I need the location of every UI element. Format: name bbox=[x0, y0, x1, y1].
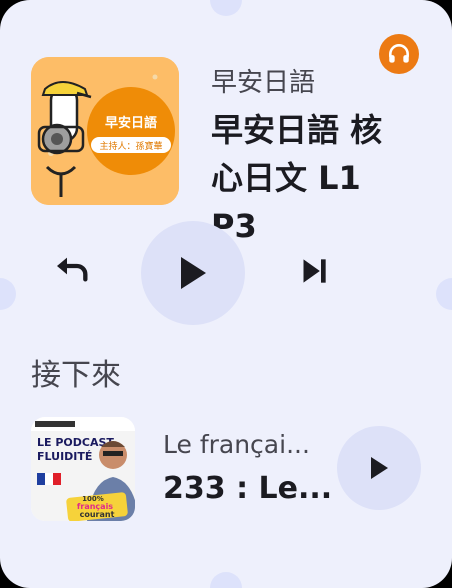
artwork-host: 主持人：孫寶華 bbox=[99, 140, 162, 152]
artwork-title: 早安日語 bbox=[105, 115, 157, 131]
play-icon bbox=[181, 257, 206, 289]
resize-handle-top[interactable] bbox=[210, 0, 242, 16]
skip-next-button[interactable] bbox=[288, 245, 340, 297]
podcast-widget: 早安日語 主持人：孫寶華 早安日語 早安日語 核 心日文 L1 P3 接下來 L… bbox=[0, 0, 452, 588]
up-next-play-button[interactable] bbox=[337, 426, 421, 510]
rewind-button[interactable] bbox=[46, 245, 98, 297]
play-button[interactable] bbox=[141, 221, 245, 325]
podcast-name: 早安日語 bbox=[211, 68, 316, 98]
app-badge[interactable] bbox=[379, 34, 419, 74]
artwork-fluidite-label: FLUIDITÉ bbox=[37, 450, 92, 463]
headphones-icon bbox=[389, 44, 409, 63]
artwork-badge-3: courant bbox=[80, 510, 115, 519]
up-next-artwork[interactable]: LE PODCAST FLUIDITÉ 100% français couran… bbox=[31, 417, 135, 521]
up-next-heading: 接下來 bbox=[31, 358, 121, 393]
rewind-icon bbox=[57, 257, 88, 282]
resize-handle-right[interactable] bbox=[436, 278, 452, 310]
skip-next-icon bbox=[303, 259, 326, 283]
up-next-episode-title: 233 : Le... bbox=[163, 471, 333, 506]
play-icon bbox=[371, 457, 388, 479]
episode-title-line-1: 早安日語 核 bbox=[211, 111, 383, 149]
now-playing-artwork[interactable]: 早安日語 主持人：孫寶華 bbox=[31, 57, 179, 205]
episode-title: 早安日語 核 心日文 L1 P3 bbox=[211, 106, 411, 250]
resize-handle-bottom[interactable] bbox=[210, 572, 242, 588]
resize-handle-left[interactable] bbox=[0, 278, 16, 310]
up-next-podcast-name: Le françai... bbox=[163, 430, 310, 459]
episode-title-line-2: 心日文 L1 P3 bbox=[211, 159, 361, 245]
